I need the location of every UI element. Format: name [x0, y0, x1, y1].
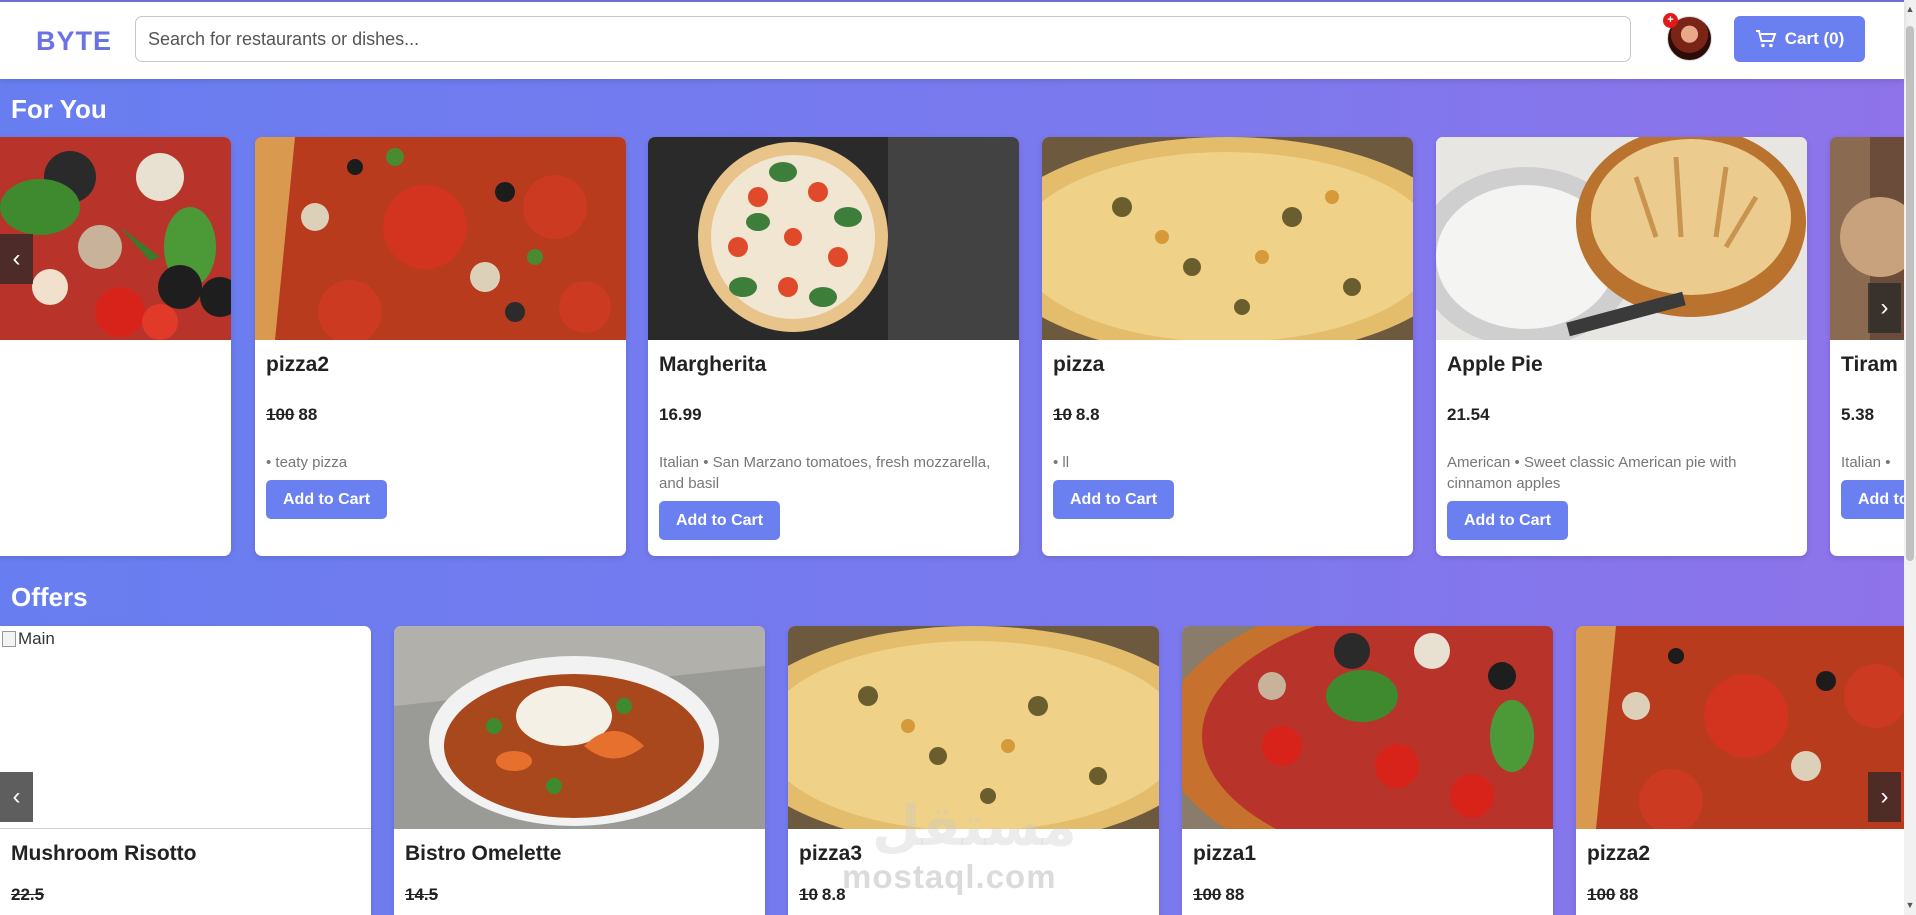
new-price: 88: [1619, 885, 1639, 904]
broken-image-icon: [2, 631, 16, 647]
watermark: mostaql.com: [842, 858, 1057, 895]
old-price: 14.5: [405, 885, 439, 904]
product-name: pizza2: [266, 353, 330, 376]
old-price: 100: [1193, 885, 1222, 904]
product-price: 100 88: [1193, 885, 1244, 905]
old-price: 10: [799, 885, 818, 904]
product-card[interactable]: Apple Pie 21.54 American • Sweet classic…: [1436, 137, 1807, 556]
cart-button[interactable]: Cart (0): [1734, 16, 1865, 62]
product-image: [1042, 137, 1413, 340]
search-input[interactable]: [135, 16, 1631, 62]
notification-badge: +: [1663, 13, 1678, 28]
product-card[interactable]: pizza2 100 88 • teaty pizza Add to Cart: [255, 137, 626, 556]
product-description: • ll: [1053, 454, 1070, 471]
product-image: [255, 137, 626, 340]
product-image: [648, 137, 1019, 340]
product-name: Bistro Omelette: [405, 842, 562, 865]
carousel-next-button[interactable]: ›: [1868, 772, 1901, 822]
new-price: 88: [298, 405, 318, 424]
product-description: • teaty pizza: [266, 454, 348, 471]
product-price: 16.99: [659, 405, 702, 425]
product-image: [0, 137, 231, 340]
new-price: 16.99: [659, 405, 702, 424]
offer-card[interactable]: pizza2 100 88: [1576, 626, 1904, 915]
section-title-for-you: For You: [11, 94, 107, 124]
offer-card[interactable]: pizza1 100 88: [1182, 626, 1553, 915]
new-price: 8.8: [1075, 405, 1100, 424]
product-image: [394, 626, 765, 829]
carousel-prev-button[interactable]: ‹: [0, 234, 33, 284]
scrollbar-thumb[interactable]: [1906, 26, 1914, 561]
offer-card[interactable]: Bistro Omelette 14.5: [394, 626, 765, 915]
product-price: 21.54: [1447, 405, 1490, 425]
page-scrollbar[interactable]: ▲ ▼: [1904, 0, 1916, 915]
main-content: For You ‹ pizza2 100 88 • teaty pizza Add…: [0, 79, 1904, 915]
product-card-partial-left[interactable]: [0, 137, 231, 556]
old-price: 10: [1053, 405, 1072, 424]
product-name: Mushroom Risotto: [11, 842, 197, 865]
add-to-cart-button[interactable]: Add to Cart: [1053, 480, 1175, 519]
add-to-cart-button[interactable]: Add to Cart: [1447, 501, 1569, 540]
image-alt-text: Main: [18, 629, 55, 648]
product-name: Tiram: [1841, 353, 1898, 376]
product-price: 5.38: [1841, 405, 1874, 425]
product-description: American • Sweet classic American pie wi…: [1447, 454, 1737, 492]
broken-image: Main: [2, 629, 55, 649]
product-description: Italian •: [1841, 454, 1891, 471]
old-price: 100: [266, 405, 295, 424]
product-price: 14.5: [405, 885, 442, 905]
offer-card[interactable]: Main Mushroom Risotto 22.5: [0, 626, 371, 915]
product-name: Apple Pie: [1447, 353, 1543, 376]
product-name: pizza2: [1587, 842, 1651, 865]
top-navbar: BYTE + Cart (0): [0, 0, 1904, 79]
product-price: 22.5: [11, 885, 48, 905]
product-name: pizza1: [1193, 842, 1257, 865]
product-price: 100 88: [266, 405, 317, 425]
divider: [0, 828, 371, 829]
old-price: 100: [1587, 885, 1616, 904]
product-description: Italian • San Marzano tomatoes, fresh mo…: [659, 454, 991, 492]
product-name: pizza: [1053, 353, 1105, 376]
cart-label: Cart (0): [1784, 29, 1845, 48]
section-title-offers: Offers: [11, 582, 88, 612]
new-price: 21.54: [1447, 405, 1490, 424]
product-card[interactable]: Margherita 16.99 Italian • San Marzano t…: [648, 137, 1019, 556]
logo[interactable]: BYTE: [36, 26, 112, 57]
add-to-cart-button[interactable]: Add to Cart: [266, 480, 388, 519]
add-to-cart-button[interactable]: Add to: [1841, 480, 1904, 519]
new-price: 5.38: [1841, 405, 1875, 424]
carousel-next-button[interactable]: ›: [1868, 283, 1901, 333]
product-price: 10 8.8: [799, 885, 846, 905]
product-price: 10 8.8: [1053, 405, 1100, 425]
scroll-up-arrow-icon[interactable]: ▲: [1905, 4, 1915, 14]
product-card[interactable]: pizza 10 8.8 • ll Add to Cart: [1042, 137, 1413, 556]
product-price: 100 88: [1587, 885, 1638, 905]
product-image: [1576, 626, 1904, 829]
product-image: [1182, 626, 1553, 829]
product-card[interactable]: Tiram 5.38 Italian • Add to: [1830, 137, 1904, 556]
product-name: Margherita: [659, 353, 767, 376]
scroll-down-arrow-icon[interactable]: ▼: [1905, 900, 1915, 910]
cart-icon: [1755, 29, 1777, 49]
product-image: [1436, 137, 1807, 340]
old-price: 22.5: [11, 885, 45, 904]
add-to-cart-button[interactable]: Add to Cart: [659, 501, 781, 540]
new-price: 88: [1225, 885, 1245, 904]
watermark-arabic: مستقل: [872, 794, 1077, 859]
carousel-prev-button[interactable]: ‹: [0, 772, 33, 822]
